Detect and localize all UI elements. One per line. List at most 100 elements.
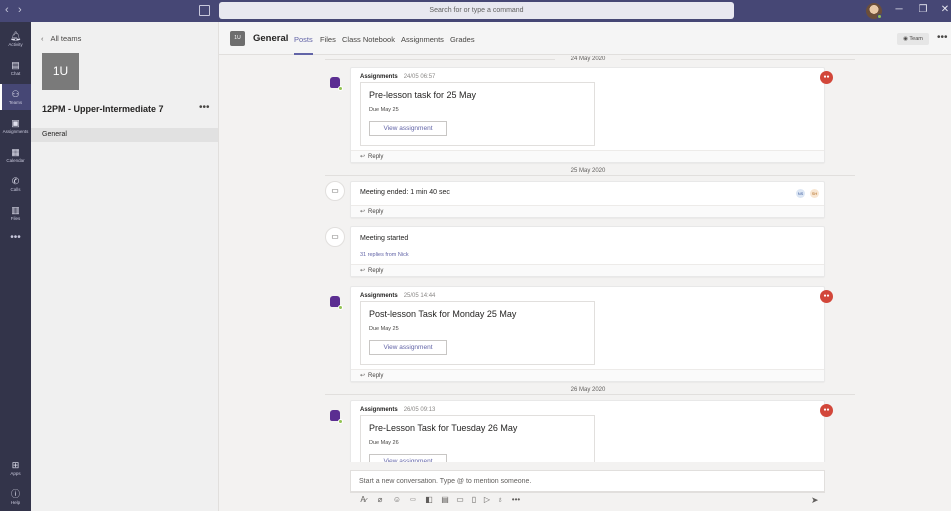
channel-title: General [253, 33, 289, 44]
stream-icon[interactable]: ▯ [468, 495, 480, 505]
tab-assignments[interactable]: Assignments [401, 35, 444, 44]
meeting-camera-icon: ▭ [325, 181, 345, 201]
rail-item-activity[interactable]: 🔔︎ Activity [0, 26, 31, 52]
posts-feed: 24 May 2020 Assignments 24/05 06:57 ●● Pr… [219, 56, 951, 462]
channel-general[interactable]: General [31, 128, 218, 142]
post-time: 24/05 06:57 [403, 74, 436, 80]
tab-class-notebook[interactable]: Class Notebook [342, 35, 395, 44]
channel-avatar: 1U [230, 31, 245, 46]
maximize-icon[interactable]: ❐ [917, 4, 929, 16]
reply-icon: ↩ [360, 209, 366, 215]
compose-area: A̷ ⌀ ☺ ▭ ◧ ▤ ▭ ▯ ▷ ♁ ••• ➤ [219, 462, 951, 511]
rail-item-chat[interactable]: ▤ Chat [0, 55, 31, 81]
help-icon: ⓘ [10, 489, 20, 499]
meeting-post: Meeting ended: 1 min 40 sec NS SH ↩ Reply [350, 181, 825, 218]
rail-item-assignments[interactable]: ▣ Assignments [0, 113, 31, 139]
rail-item-help[interactable]: ⓘ Help [0, 484, 31, 510]
title-bar: ‹ › Search for or type a command ─ ❐ ✕ [0, 0, 951, 22]
rail-label: Teams [8, 100, 23, 105]
bell-icon: 🔔︎ [9, 31, 22, 41]
team-name: 12PM - Upper-Intermediate 7 [42, 104, 164, 114]
more-apps-icon[interactable]: ••• [0, 232, 31, 243]
reply-button[interactable]: ↩ Reply [360, 208, 383, 215]
channel-header: 1U General Posts Files Class Notebook As… [219, 22, 951, 55]
participant-avatar[interactable]: SH [810, 189, 819, 198]
reaction-icon[interactable]: ●● [820, 404, 833, 417]
reply-button[interactable]: ↩ Reply [360, 267, 383, 274]
rail-label: Calls [10, 187, 21, 192]
praise-icon[interactable]: ▷ [481, 495, 493, 505]
compose-icon[interactable] [199, 5, 210, 16]
all-teams-label: All teams [50, 34, 82, 43]
minimize-icon[interactable]: ─ [893, 4, 905, 16]
assignment-post: Assignments 25/05 14:44 ●● Post-lesson Ta… [350, 286, 833, 382]
sticker-icon[interactable]: ◧ [423, 495, 435, 505]
view-assignment-button[interactable]: View assignment [369, 340, 447, 355]
reply-bar: ↩ Reply [351, 264, 824, 276]
post-author: Assignments 25/05 14:44 [360, 293, 436, 299]
reaction-icon[interactable]: ●● [820, 290, 833, 303]
all-teams-link[interactable]: ‹ All teams [41, 34, 81, 43]
apps-icon: ⊞ [11, 460, 20, 470]
rail-item-files[interactable]: ▥ Files [0, 200, 31, 226]
reply-icon: ↩ [360, 268, 366, 274]
rail-item-apps[interactable]: ⊞ Apps [0, 455, 31, 481]
reply-icon: ↩ [360, 373, 366, 379]
schedule-meeting-icon[interactable]: ▤ [439, 495, 451, 505]
reply-button[interactable]: ↩ Reply [360, 153, 383, 160]
rail-label: Activity [8, 42, 23, 47]
reply-icon: ↩ [360, 154, 366, 160]
send-icon[interactable]: ➤ [811, 495, 819, 506]
format-icon[interactable]: A̷ [357, 495, 369, 505]
gif-icon[interactable]: ▭ [407, 495, 419, 505]
new-conversation-input[interactable] [359, 478, 799, 485]
app-rail: 🔔︎ Activity ▤ Chat ⚇ Teams ▣ Assignments… [0, 22, 31, 511]
rail-label: Assignments [2, 129, 29, 134]
assignment-post: Assignments 26/05 09:13 ●● Pre-Lesson Tas… [350, 400, 833, 462]
reply-bar: ↩ Reply [351, 369, 824, 381]
date-separator-line [325, 175, 855, 176]
participant-avatar[interactable]: NS [796, 189, 805, 198]
view-assignment-button[interactable]: View assignment [369, 454, 447, 462]
bulb-icon[interactable]: ♁ [494, 495, 506, 505]
forward-icon[interactable]: › [18, 4, 22, 16]
back-icon[interactable]: ‹ [5, 4, 9, 16]
tab-files[interactable]: Files [320, 35, 336, 44]
post-author: Assignments 26/05 09:13 [360, 407, 436, 413]
rail-item-teams[interactable]: ⚇ Teams [0, 84, 31, 110]
active-tab-indicator [294, 53, 313, 55]
team-avatar: 1U [42, 53, 79, 90]
calendar-icon: ▦ [11, 147, 20, 157]
search-input[interactable]: Search for or type a command [219, 2, 734, 19]
assignment-title: Post-lesson Task for Monday 25 May [369, 309, 517, 319]
assignments-icon: ▣ [11, 118, 20, 128]
date-separator-line [325, 394, 855, 395]
replies-link[interactable]: 31 replies from Nick [360, 252, 409, 258]
reply-bar: ↩ Reply [351, 150, 824, 162]
chat-icon: ▤ [11, 60, 20, 70]
assignment-due: Due May 26 [369, 440, 399, 446]
tab-posts[interactable]: Posts [294, 35, 313, 44]
tab-grades[interactable]: Grades [450, 35, 475, 44]
meet-now-icon[interactable]: ▭ [454, 495, 466, 505]
more-options-icon[interactable]: ••• [510, 495, 522, 505]
assignment-title: Pre-Lesson Task for Tuesday 26 May [369, 423, 518, 433]
attach-icon[interactable]: ⌀ [374, 495, 386, 505]
meeting-started-text: Meeting started [360, 235, 409, 242]
team-more-options-icon[interactable]: ••• [199, 102, 210, 113]
reply-label: Reply [368, 268, 384, 274]
emoji-icon[interactable]: ☺ [391, 495, 403, 505]
team-button[interactable]: ◉ Team [897, 33, 929, 45]
reaction-icon[interactable]: ●● [820, 71, 833, 84]
team-sidebar: ‹ All teams 1U 12PM - Upper-Intermediate … [31, 22, 219, 511]
date-separator: 26 May 2020 [555, 387, 621, 393]
rail-item-calendar[interactable]: ▦ Calendar [0, 142, 31, 168]
reply-label: Reply [368, 209, 384, 215]
close-icon[interactable]: ✕ [939, 4, 951, 16]
view-assignment-button[interactable]: View assignment [369, 121, 447, 136]
rail-item-calls[interactable]: ✆ Calls [0, 171, 31, 197]
date-separator: 25 May 2020 [555, 168, 621, 174]
header-more-options-icon[interactable]: ••• [937, 32, 948, 43]
reply-button[interactable]: ↩ Reply [360, 372, 383, 379]
post-time: 25/05 14:44 [403, 293, 436, 299]
